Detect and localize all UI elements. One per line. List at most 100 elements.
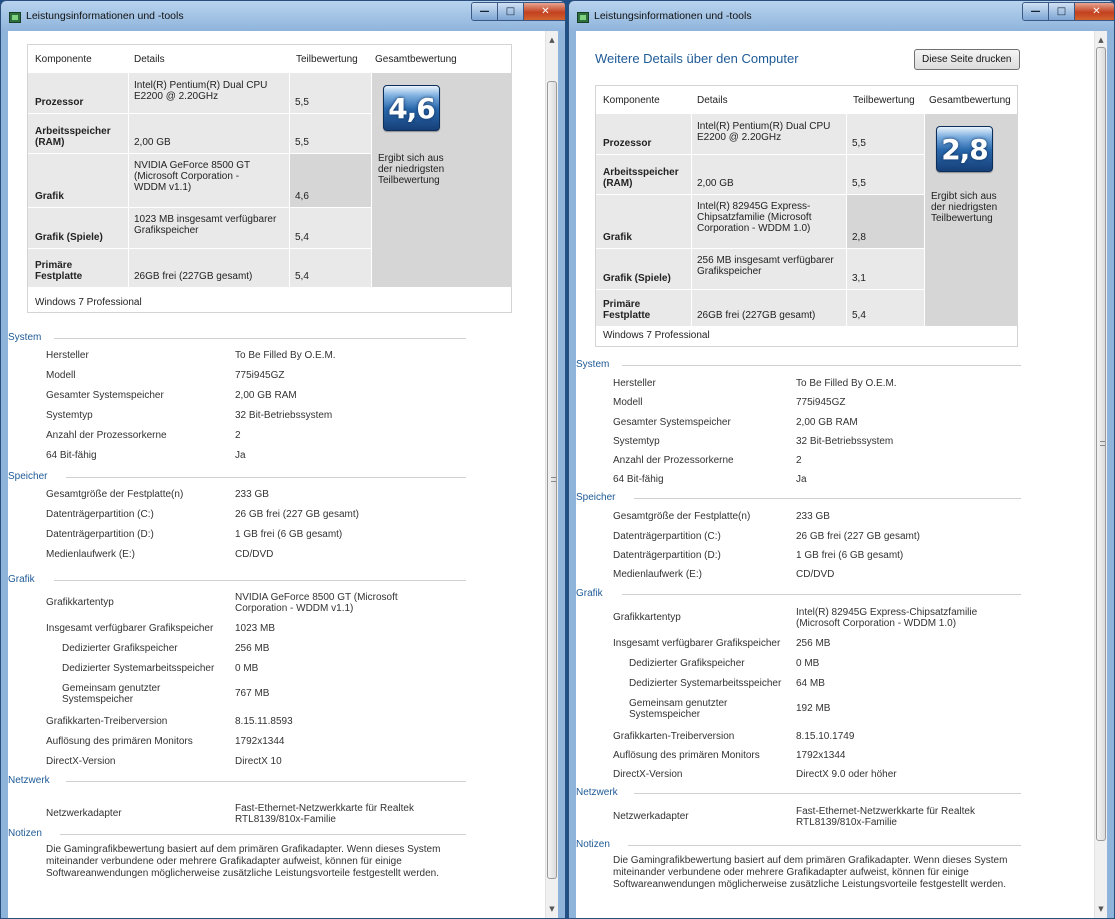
- component-name: Primäre Festplatte: [603, 299, 651, 321]
- header-total: Gesamtbewertung: [375, 54, 457, 65]
- title-bar[interactable]: Leistungsinformationen und -tools — □ ✕: [569, 1, 1114, 31]
- detail-value: 32 Bit-Betriebssystem: [796, 436, 894, 447]
- detail-value: 767 MB: [235, 688, 270, 699]
- component-score: 5,5: [295, 137, 309, 148]
- component-row-hard-disk: Primäre Festplatte 26GB frei (227GB gesa…: [28, 249, 371, 287]
- detail-value: 1 GB frei (6 GB gesamt): [235, 529, 343, 540]
- section-divider: [622, 594, 1021, 595]
- score-table-header: Komponente Details Teilbewertung Gesamtb…: [28, 45, 511, 73]
- component-details: Intel(R) 82945G Express-Chipsatzfamilie …: [697, 201, 812, 234]
- vertical-scrollbar[interactable]: ▲ ▼: [1094, 31, 1107, 918]
- detail-label: Dedizierter Systemarbeitsspeicher: [62, 663, 215, 674]
- component-score: 2,8: [852, 232, 866, 243]
- detail-value: 2: [796, 455, 802, 466]
- section-title-netzwerk: Netzwerk: [8, 775, 50, 786]
- window-title: Leistungsinformationen und -tools: [26, 10, 184, 22]
- detail-value: CD/DVD: [796, 569, 835, 580]
- component-row-graphics: Grafik NVIDIA GeForce 8500 GT (Microsoft…: [28, 154, 371, 207]
- component-score: 5,5: [295, 97, 309, 108]
- header-subscore: Teilbewertung: [296, 54, 358, 65]
- section-divider: [54, 338, 466, 339]
- detail-label: Gesamtgröße der Festplatte(n): [46, 489, 184, 500]
- component-name: Prozessor: [35, 97, 84, 108]
- component-row-gaming-graphics: Grafik (Spiele) 256 MB insgesamt verfügb…: [596, 249, 924, 289]
- maximize-button[interactable]: □: [498, 3, 524, 20]
- minimize-button[interactable]: —: [1023, 3, 1049, 20]
- performance-app-icon: [577, 12, 589, 23]
- detail-value: 1023 MB: [235, 623, 276, 634]
- section-divider: [66, 477, 466, 478]
- maximize-button[interactable]: □: [1049, 3, 1075, 20]
- detail-value: 775i945GZ: [235, 370, 285, 381]
- scrollbar-thumb[interactable]: [1096, 47, 1106, 841]
- header-component: Komponente: [35, 54, 92, 65]
- scrollbar-thumb[interactable]: [547, 81, 557, 879]
- detail-value: DirectX 10: [235, 756, 282, 767]
- section-divider: [628, 845, 1021, 846]
- detail-label: Insgesamt verfügbarer Grafikspeicher: [46, 623, 214, 634]
- detail-label: Modell: [46, 370, 76, 381]
- detail-value: To Be Filled By O.E.M.: [796, 378, 897, 389]
- component-row-graphics: Grafik Intel(R) 82945G Express-Chipsatzf…: [596, 195, 924, 248]
- detail-label: DirectX-Version: [613, 769, 683, 780]
- component-name: Prozessor: [603, 138, 652, 149]
- header-details: Details: [697, 95, 728, 106]
- base-score-panel: 2,8 Ergibt sich aus der niedrigsten Teil…: [925, 114, 1018, 326]
- detail-label: Netzwerkadapter: [613, 811, 689, 822]
- detail-value: 233 GB: [796, 511, 830, 522]
- section-title-notizen: Notizen: [8, 828, 42, 839]
- detail-value: 1792x1344: [235, 736, 285, 747]
- content-area: Weitere Details über den Computer Diese …: [576, 31, 1107, 918]
- scroll-up-icon[interactable]: ▲: [1095, 33, 1107, 47]
- section-divider: [634, 498, 1021, 499]
- scroll-down-icon[interactable]: ▼: [1095, 902, 1107, 916]
- detail-value: 2,00 GB RAM: [235, 390, 297, 401]
- detail-value: Intel(R) 82945G Express-Chipsatzfamilie …: [796, 607, 978, 629]
- detail-value: 26 GB frei (227 GB gesamt): [796, 531, 920, 542]
- component-row-processor: Prozessor Intel(R) Pentium(R) Dual CPU E…: [28, 73, 371, 113]
- detail-label: Grafikkartentyp: [613, 612, 681, 623]
- detail-label: Medienlaufwerk (E:): [46, 549, 135, 560]
- detail-value: 32 Bit-Betriebssystem: [235, 410, 333, 421]
- component-details: 26GB frei (227GB gesamt): [697, 310, 816, 321]
- component-score: 3,1: [852, 273, 866, 284]
- vertical-scrollbar[interactable]: ▲ ▼: [545, 31, 558, 918]
- print-page-button[interactable]: Diese Seite drucken: [914, 49, 1020, 70]
- header-subscore: Teilbewertung: [853, 95, 915, 106]
- close-button[interactable]: ✕: [524, 3, 565, 20]
- minimize-button[interactable]: —: [472, 3, 498, 20]
- detail-value: NVIDIA GeForce 8500 GT (Microsoft Corpor…: [235, 592, 398, 614]
- detail-label: Auflösung des primären Monitors: [613, 750, 760, 761]
- component-score: 4,6: [295, 191, 309, 202]
- detail-value: 1792x1344: [796, 750, 846, 761]
- component-score: 5,5: [852, 178, 866, 189]
- scroll-down-icon[interactable]: ▼: [546, 902, 558, 916]
- component-name: Grafik (Spiele): [35, 232, 103, 243]
- detail-label: Datenträgerpartition (D:): [613, 550, 721, 561]
- detail-label: Anzahl der Prozessorkerne: [46, 430, 167, 441]
- page-title: Weitere Details über den Computer: [595, 51, 799, 66]
- section-title-system: System: [8, 332, 42, 343]
- detail-label: Datenträgerpartition (C:): [46, 509, 154, 520]
- base-score-note: Ergibt sich aus der niedrigsten Teilbewe…: [378, 153, 445, 186]
- section-title-grafik: Grafik: [576, 588, 603, 599]
- detail-label: Grafikkarten-Treiberversion: [613, 731, 735, 742]
- section-divider: [634, 793, 1021, 794]
- detail-label: 64 Bit-fähig: [46, 450, 97, 461]
- detail-value: 256 MB: [796, 638, 831, 649]
- detail-value: DirectX 9.0 oder höher: [796, 769, 897, 780]
- title-bar[interactable]: Leistungsinformationen und -tools — □ ✕: [1, 1, 565, 31]
- detail-value: 2: [235, 430, 241, 441]
- detail-value: Fast-Ethernet-Netzwerkkarte für Realtek …: [796, 806, 975, 828]
- detail-value: 192 MB: [796, 703, 831, 714]
- detail-label: Modell: [613, 397, 643, 408]
- section-divider: [60, 834, 466, 835]
- windows-edition: Windows 7 Professional: [35, 297, 142, 308]
- close-button[interactable]: ✕: [1075, 3, 1114, 20]
- component-score: 5,4: [295, 271, 309, 282]
- scroll-up-icon[interactable]: ▲: [546, 33, 558, 47]
- detail-value: 26 GB frei (227 GB gesamt): [235, 509, 359, 520]
- header-details: Details: [134, 54, 165, 65]
- detail-label: Systemtyp: [613, 436, 660, 447]
- detail-value: CD/DVD: [235, 549, 274, 560]
